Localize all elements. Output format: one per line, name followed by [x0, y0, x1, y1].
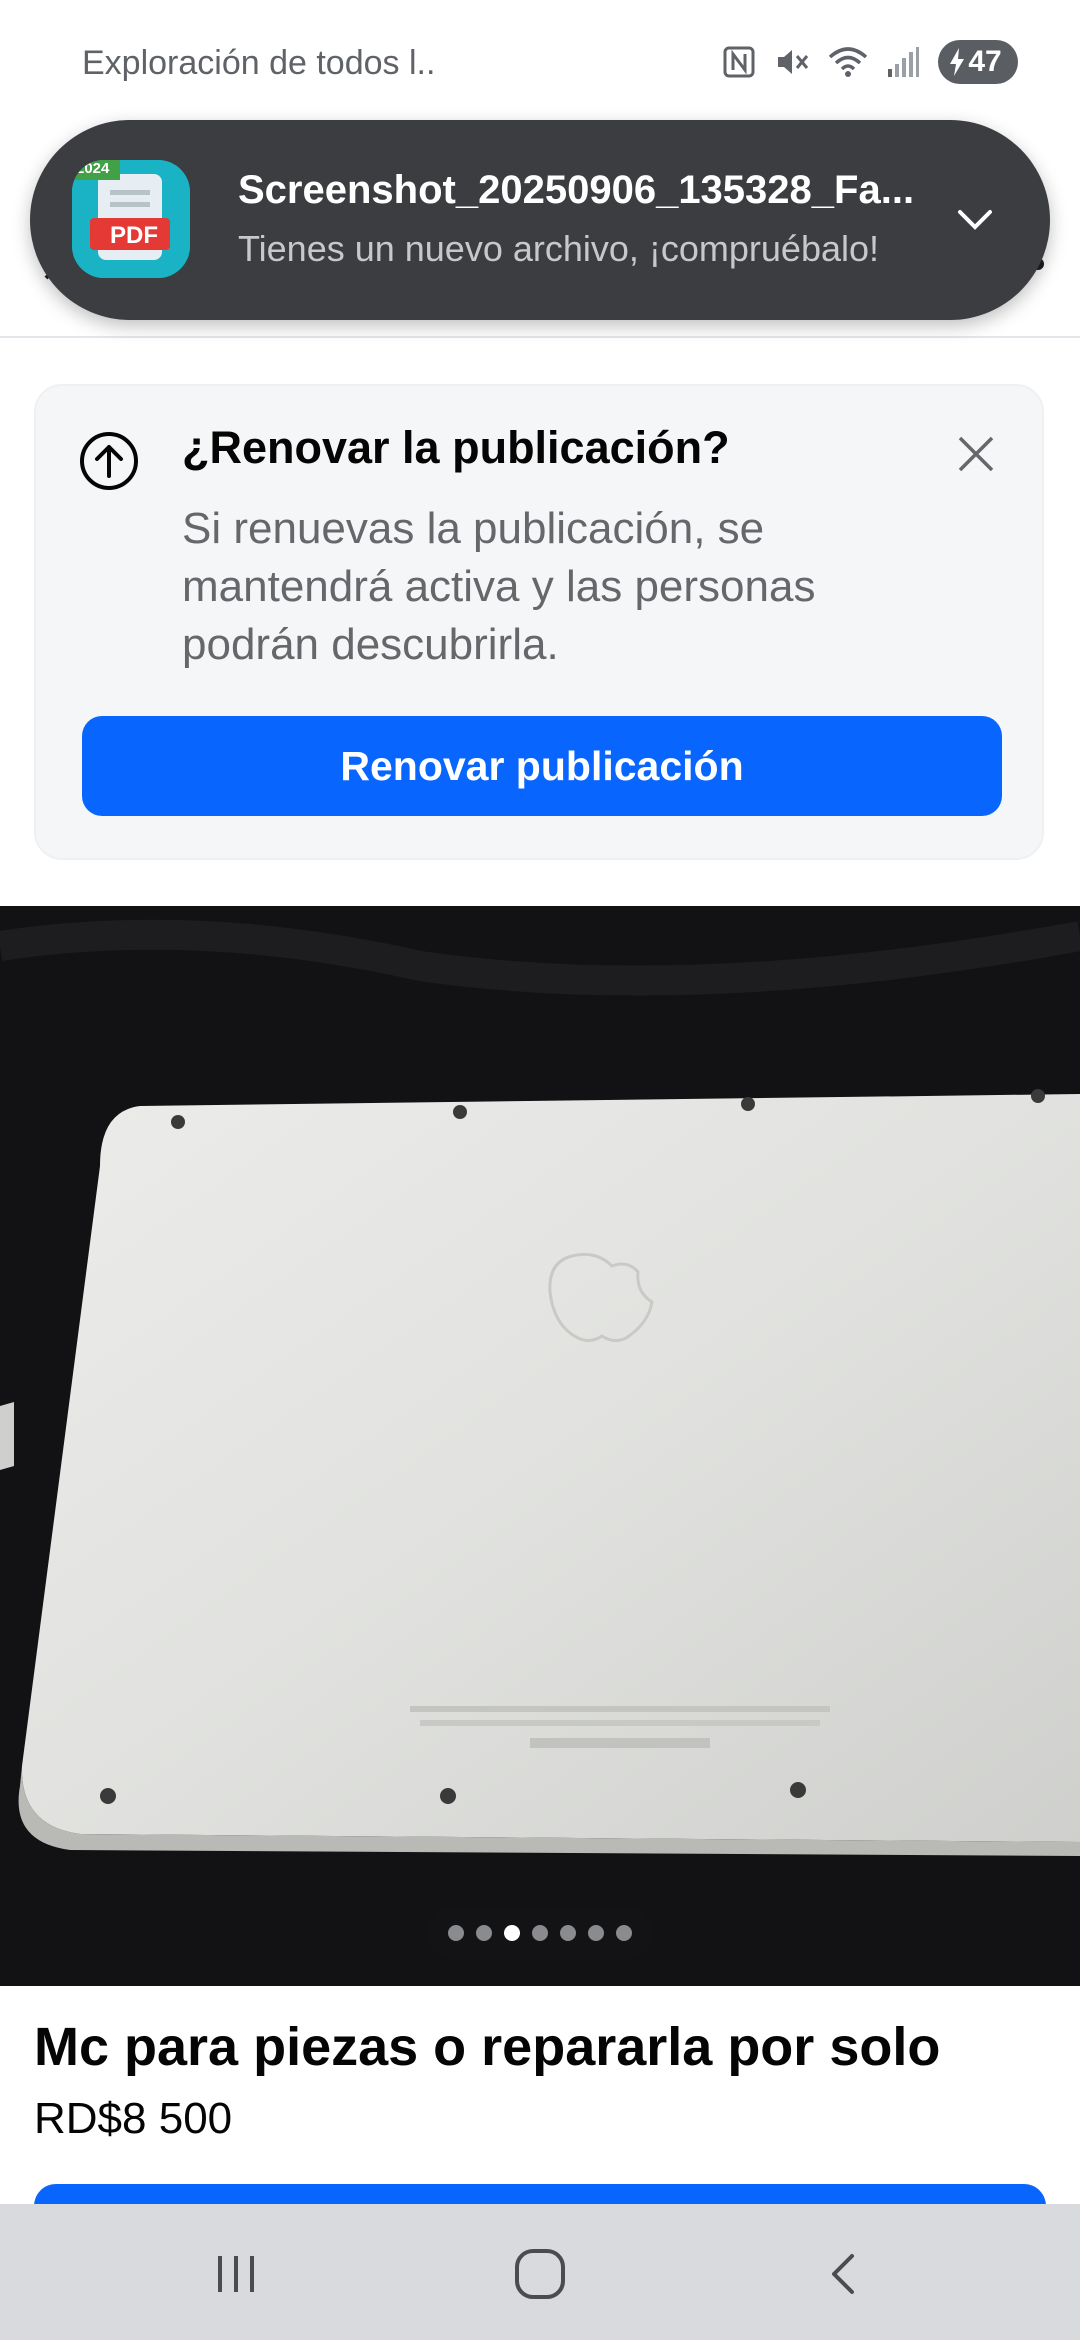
notification-body: Tienes un nuevo archivo, ¡compruébalo!	[238, 228, 880, 269]
recents-icon[interactable]	[206, 2244, 266, 2304]
renew-card-title: ¿Renovar la publicación?	[182, 422, 730, 473]
listing-title: Mc para piezas o repararla por solo	[34, 2017, 941, 2077]
mute-icon	[778, 50, 809, 74]
renew-listing-card: ¿Renovar la publicación? Si renuevas la …	[34, 384, 1044, 860]
status-notification-text: Exploración de todos l..	[82, 44, 436, 82]
status-icons: 47	[722, 40, 1018, 84]
renew-listing-button[interactable]: Renovar publicación	[82, 716, 1002, 816]
pager-dot[interactable]	[532, 1925, 548, 1941]
home-icon[interactable]	[510, 2244, 570, 2304]
back-icon[interactable]	[814, 2244, 874, 2304]
file-notification[interactable]: 2024 PDF Screenshot_20250906_135328_Fa..…	[30, 120, 1050, 320]
battery-charging-icon: 47	[938, 40, 1018, 84]
pager-dot[interactable]	[476, 1925, 492, 1941]
photo-pager	[428, 1906, 652, 1960]
pdf-app-icon: 2024 PDF	[72, 160, 190, 278]
pager-dot[interactable]	[560, 1925, 576, 1941]
signal-icon	[888, 47, 919, 77]
laptop-bottom-case-photo	[0, 906, 1080, 1986]
close-icon[interactable]	[954, 432, 998, 476]
chevron-down-icon[interactable]	[952, 200, 998, 240]
app-icon-badge: 2024	[76, 160, 110, 177]
pager-dot[interactable]	[588, 1925, 604, 1941]
nfc-icon	[723, 46, 755, 78]
status-bar: Exploración de todos l.. 47	[0, 0, 1080, 120]
notification-title: Screenshot_20250906_135328_Fa...	[238, 168, 915, 212]
pager-dot-active[interactable]	[504, 1925, 520, 1941]
renew-card-description: Si renuevas la publicación, se mantendrá…	[182, 504, 816, 669]
listing-price: RD$8 500	[34, 2094, 233, 2143]
listing-photo[interactable]	[0, 906, 1080, 1986]
battery-level: 47	[968, 45, 1002, 78]
app-icon-label: PDF	[110, 222, 158, 249]
pager-dot[interactable]	[616, 1925, 632, 1941]
wifi-icon	[828, 47, 868, 77]
pager-dot[interactable]	[448, 1925, 464, 1941]
arrow-up-circle-icon	[80, 432, 138, 490]
system-nav-bar	[0, 2204, 1080, 2340]
